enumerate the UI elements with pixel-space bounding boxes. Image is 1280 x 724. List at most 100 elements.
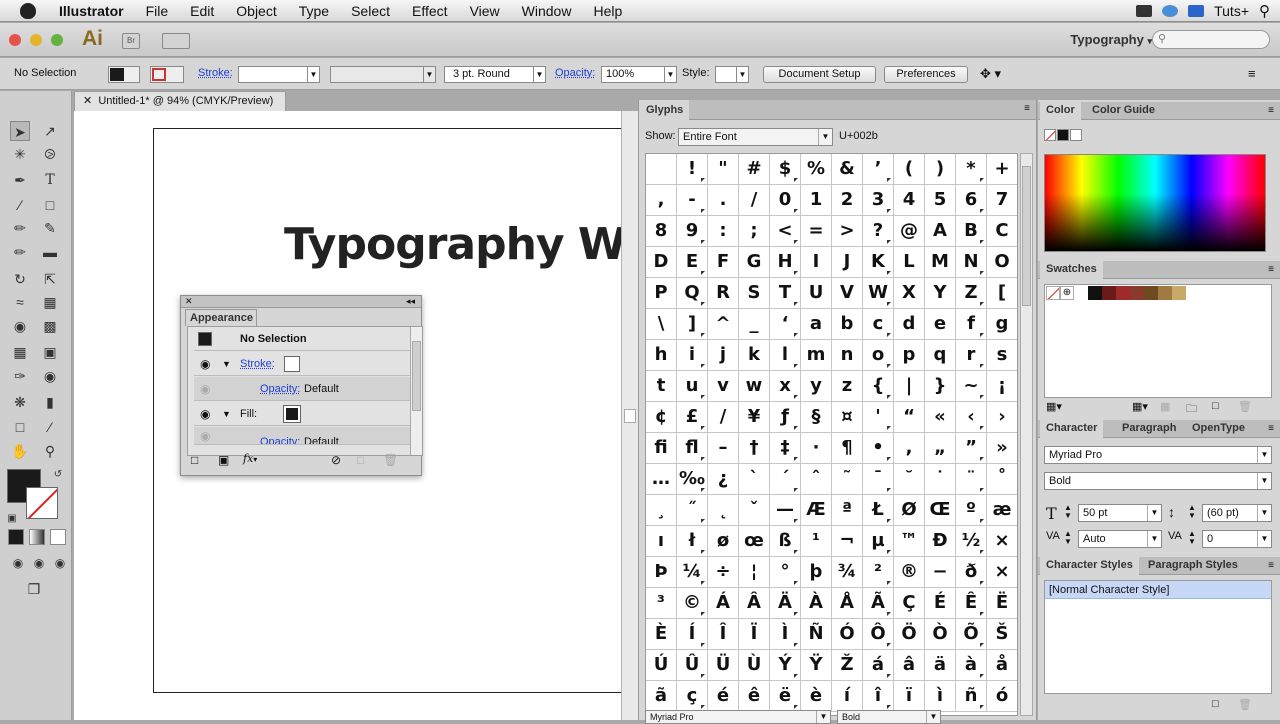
glyph-cell[interactable]: Ã bbox=[863, 588, 894, 619]
glyph-cell[interactable]: • bbox=[863, 433, 894, 464]
panel-menu-icon[interactable]: ≡ bbox=[1268, 102, 1274, 119]
draw-inside-icon[interactable]: ◉ bbox=[50, 553, 70, 573]
direct-selection-tool-icon[interactable]: ↗ bbox=[40, 121, 60, 141]
display-icon[interactable] bbox=[1188, 5, 1205, 17]
glyph-cell[interactable]: Ê bbox=[956, 588, 987, 619]
glyph-cell[interactable]: f bbox=[956, 309, 987, 340]
swatch-none[interactable] bbox=[1046, 286, 1060, 300]
glyph-cell[interactable]: 9 bbox=[677, 216, 708, 247]
glyph-cell[interactable]: × bbox=[987, 557, 1017, 588]
glyph-cell[interactable]: ‹ bbox=[956, 402, 987, 433]
glyph-cell[interactable]: 6 bbox=[956, 185, 987, 216]
glyph-cell[interactable]: h bbox=[646, 340, 677, 371]
glyph-cell[interactable]: m bbox=[801, 340, 832, 371]
rotate-tool-icon[interactable]: ↻ bbox=[10, 269, 30, 289]
font-family-select[interactable]: Myriad Pro ▼ bbox=[1044, 446, 1272, 464]
clear-appearance-icon[interactable]: ⊘ bbox=[331, 453, 341, 467]
swatch-libraries-icon[interactable]: ▦▾ bbox=[1046, 400, 1062, 413]
glyph-cell[interactable]: B bbox=[956, 216, 987, 247]
glyph-cell[interactable]: á bbox=[863, 650, 894, 681]
duplicate-item-icon[interactable]: □ bbox=[357, 453, 364, 467]
pencil-tool-icon[interactable]: ✎ bbox=[40, 218, 60, 238]
delete-style-icon[interactable]: 🗑 bbox=[1238, 698, 1252, 711]
appearance-row-fill[interactable]: ◉ ▼ Fill: bbox=[194, 402, 416, 426]
glyph-cell[interactable]: Î bbox=[708, 619, 739, 650]
glyph-cell[interactable]: ³ bbox=[646, 588, 677, 619]
leading-field[interactable]: (60 pt) ▼ bbox=[1202, 504, 1272, 522]
swatch-chip[interactable] bbox=[1144, 286, 1158, 300]
panel-menu-icon[interactable]: ≡ bbox=[1268, 261, 1274, 278]
selection-tool-icon[interactable]: ➤ bbox=[10, 121, 30, 141]
glyph-cell[interactable]: ‘ bbox=[770, 309, 801, 340]
glyph-cell[interactable]: l bbox=[770, 340, 801, 371]
glyph-cell[interactable]: ´ bbox=[770, 464, 801, 495]
glyph-cell[interactable]: G bbox=[739, 247, 770, 278]
glyph-cell[interactable]: Ô bbox=[863, 619, 894, 650]
glyph-cell[interactable]: ’ bbox=[863, 154, 894, 185]
glyph-cell[interactable]: ç bbox=[677, 681, 708, 712]
glyph-cell[interactable]: . bbox=[708, 185, 739, 216]
glyph-cell[interactable]: ; bbox=[739, 216, 770, 247]
width-tool-icon[interactable]: ≈ bbox=[10, 292, 30, 312]
glyph-cell[interactable]: ó bbox=[987, 681, 1017, 712]
glyph-cell[interactable]: % bbox=[801, 154, 832, 185]
glyph-cell[interactable]: ø bbox=[708, 526, 739, 557]
glyph-cell[interactable]: Û bbox=[677, 650, 708, 681]
pen-tool-icon[interactable]: ✒ bbox=[10, 170, 30, 190]
swatches-list[interactable] bbox=[1044, 284, 1272, 398]
glyph-cell[interactable]: ] bbox=[677, 309, 708, 340]
color-spectrum[interactable] bbox=[1044, 154, 1266, 252]
glyph-cell[interactable]: Á bbox=[708, 588, 739, 619]
swatch-chip[interactable] bbox=[1116, 286, 1130, 300]
glyph-cell[interactable]: k bbox=[739, 340, 770, 371]
glyph-cell[interactable]: " bbox=[708, 154, 739, 185]
canvas-vertical-scrollbar[interactable] bbox=[621, 111, 638, 720]
blob-brush-tool-icon[interactable]: ✏ bbox=[10, 242, 30, 262]
glyph-cell[interactable]: ê bbox=[739, 681, 770, 712]
glyph-cell[interactable]: c bbox=[863, 309, 894, 340]
glyph-cell[interactable]: ï bbox=[894, 681, 925, 712]
opacity-link[interactable]: Opacity: bbox=[260, 433, 300, 444]
glyph-cell[interactable]: W bbox=[863, 278, 894, 309]
swatch-chip[interactable] bbox=[1172, 286, 1186, 300]
document-setup-button[interactable]: Document Setup bbox=[763, 66, 876, 83]
glyph-cell[interactable]: Þ bbox=[646, 557, 677, 588]
glyph-cell[interactable]: ﬂ bbox=[677, 433, 708, 464]
color-mode-icon[interactable] bbox=[8, 529, 24, 545]
glyph-cell[interactable]: p bbox=[894, 340, 925, 371]
glyph-cell[interactable]: n bbox=[832, 340, 863, 371]
glyph-cell[interactable]: ¬ bbox=[832, 526, 863, 557]
glyph-cell[interactable]: e bbox=[925, 309, 956, 340]
eye-icon[interactable]: ◉ bbox=[200, 427, 210, 444]
glyph-cell[interactable]: # bbox=[739, 154, 770, 185]
collapse-panel-icon[interactable]: ◂◂ bbox=[406, 296, 415, 307]
glyph-cell[interactable]: ã bbox=[646, 681, 677, 712]
live-paint-tool-icon[interactable]: ▩ bbox=[40, 316, 60, 336]
rectangle-tool-icon[interactable]: □ bbox=[40, 195, 60, 215]
glyph-cell[interactable]: ) bbox=[925, 154, 956, 185]
glyph-cell[interactable]: - bbox=[677, 185, 708, 216]
eyedropper-tool-icon[interactable]: ✑ bbox=[10, 366, 30, 386]
blend-tool-icon[interactable]: ◉ bbox=[40, 366, 60, 386]
glyph-cell[interactable]: 1 bbox=[801, 185, 832, 216]
glyph-cell[interactable]: ª bbox=[832, 495, 863, 526]
glyph-cell[interactable]: ˆ bbox=[801, 464, 832, 495]
glyph-cell[interactable]: Ä bbox=[770, 588, 801, 619]
glyph-cell[interactable]: ¨ bbox=[956, 464, 987, 495]
stroke-color-picker[interactable] bbox=[150, 66, 184, 83]
glyph-cell[interactable]: × bbox=[987, 526, 1017, 557]
new-color-group-icon[interactable]: 🗀 bbox=[1186, 400, 1197, 419]
glyph-cell[interactable]: z bbox=[832, 371, 863, 402]
glyph-cell[interactable]: Ì bbox=[770, 619, 801, 650]
close-window-button[interactable] bbox=[9, 34, 21, 46]
opacity-link[interactable]: Opacity: bbox=[555, 66, 595, 83]
glyph-cell[interactable]: D bbox=[646, 247, 677, 278]
fill-color-picker[interactable] bbox=[108, 66, 140, 83]
glyph-cell[interactable]: } bbox=[925, 371, 956, 402]
glyph-cell[interactable]: Ç bbox=[894, 588, 925, 619]
eye-icon[interactable]: ◉ bbox=[200, 377, 210, 401]
glyph-cell[interactable]: ¹ bbox=[801, 526, 832, 557]
glyph-cell[interactable]: œ bbox=[739, 526, 770, 557]
glyph-cell[interactable]: à bbox=[956, 650, 987, 681]
glyph-cell[interactable]: “ bbox=[894, 402, 925, 433]
